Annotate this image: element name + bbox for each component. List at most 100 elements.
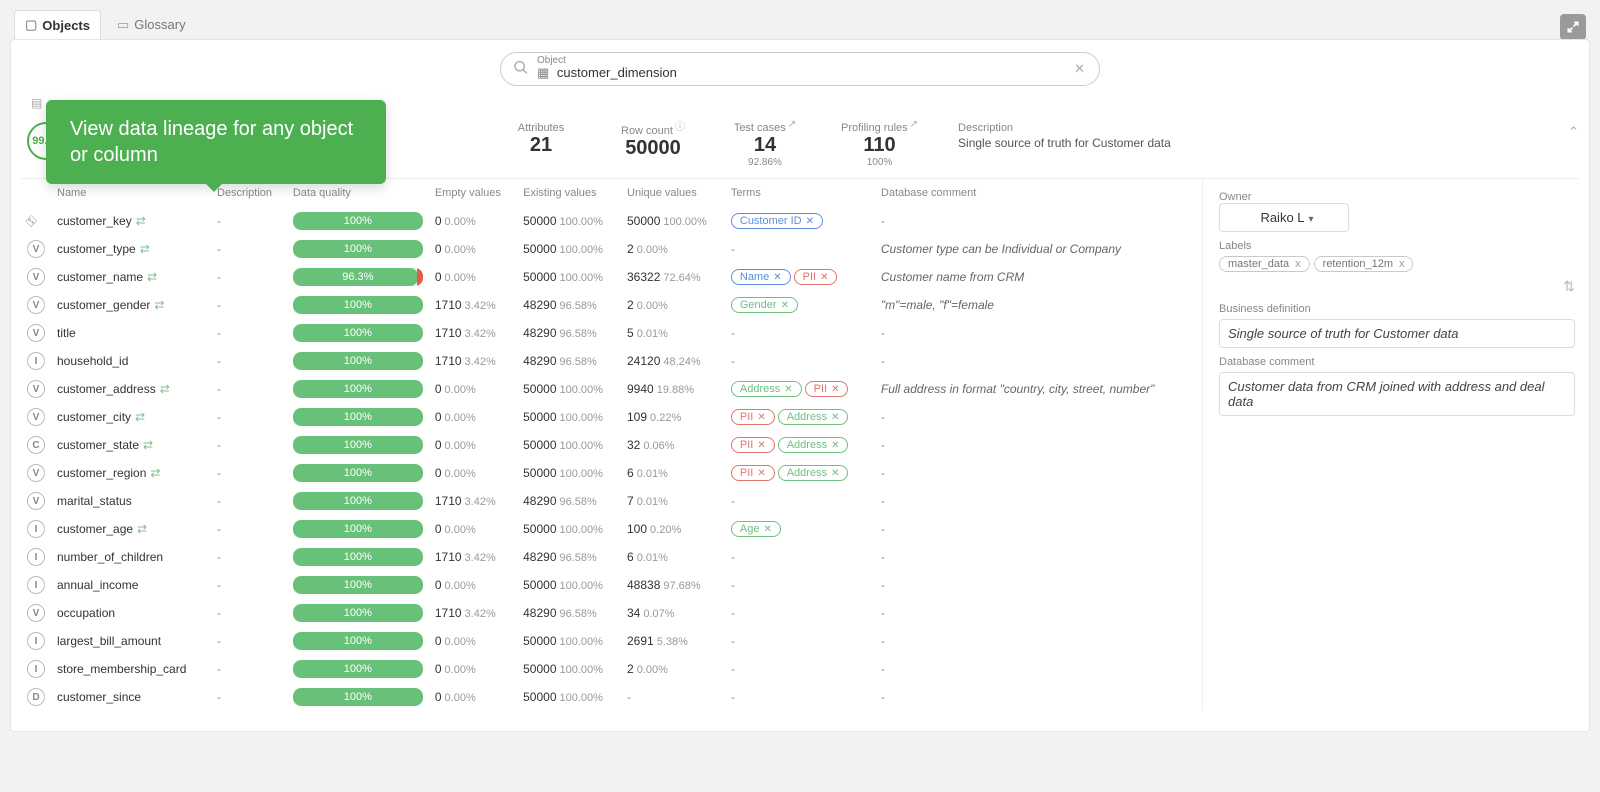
- table-row[interactable]: I customer_age⇄ - 100% 00.00% 50000100.0…: [21, 515, 1198, 543]
- data-quality-bar: 100%: [293, 464, 423, 482]
- data-quality-bar: 100%: [293, 380, 423, 398]
- remove-term-icon[interactable]: ✕: [773, 272, 781, 283]
- type-badge: I: [27, 660, 45, 678]
- column-name: customer_key: [57, 214, 132, 228]
- column-name: customer_name: [57, 270, 143, 284]
- term-pill[interactable]: Address✕: [778, 409, 849, 425]
- table-row[interactable]: I largest_bill_amount - 100% 00.00% 5000…: [21, 627, 1198, 655]
- columns-grid: Name Description Data quality Empty valu…: [21, 179, 1203, 711]
- owner-select[interactable]: Raiko L▾: [1219, 203, 1349, 232]
- label-pill[interactable]: retention_12mx: [1314, 256, 1414, 272]
- term-pill[interactable]: PII✕: [794, 269, 838, 285]
- description-cell: -: [217, 550, 221, 564]
- term-pill[interactable]: Age✕: [731, 521, 781, 537]
- table-row[interactable]: C customer_state⇄ - 100% 00.00% 50000100…: [21, 431, 1198, 459]
- lineage-icon[interactable]: ⇄: [160, 382, 170, 396]
- external-icon[interactable]: ↗: [788, 119, 796, 130]
- table-row[interactable]: D customer_since - 100% 00.00% 50000100.…: [21, 683, 1198, 711]
- lineage-icon[interactable]: ⇄: [135, 410, 145, 424]
- lineage-icon[interactable]: ⇄: [140, 242, 150, 256]
- data-quality-bar: 100%: [293, 576, 423, 594]
- table-row[interactable]: I annual_income - 100% 00.00% 50000100.0…: [21, 571, 1198, 599]
- table-row[interactable]: V marital_status - 100% 17103.42% 482909…: [21, 487, 1198, 515]
- external-icon[interactable]: ↗: [910, 119, 918, 130]
- term-pill[interactable]: PII✕: [731, 437, 775, 453]
- label-pill[interactable]: master_datax: [1219, 256, 1310, 272]
- table-row[interactable]: V customer_gender⇄ - 100% 17103.42% 4829…: [21, 291, 1198, 319]
- remove-term-icon[interactable]: ✕: [781, 300, 789, 311]
- dash: -: [731, 606, 735, 620]
- cube-icon: ▢: [25, 17, 37, 33]
- remove-term-icon[interactable]: ✕: [757, 412, 765, 423]
- business-definition-input[interactable]: Single source of truth for Customer data: [1219, 319, 1575, 348]
- remove-term-icon[interactable]: ✕: [831, 440, 839, 451]
- table-row[interactable]: V customer_address⇄ - 100% 00.00% 500001…: [21, 375, 1198, 403]
- stat-testcases: Test cases↗ 14 92.86%: [729, 122, 801, 168]
- column-name: largest_bill_amount: [57, 634, 161, 648]
- chevron-up-icon[interactable]: ⌃: [1568, 124, 1579, 140]
- table-row[interactable]: V customer_type⇄ - 100% 00.00% 50000100.…: [21, 235, 1198, 263]
- table-row[interactable]: V customer_name⇄ - 96.3% 00.00% 50000100…: [21, 263, 1198, 291]
- remove-label-icon[interactable]: x: [1295, 258, 1301, 270]
- lineage-icon[interactable]: ⇄: [137, 522, 147, 536]
- term-pill[interactable]: Gender✕: [731, 297, 798, 313]
- remove-term-icon[interactable]: ✕: [784, 384, 792, 395]
- table-row[interactable]: V occupation - 100% 17103.42% 4829096.58…: [21, 599, 1198, 627]
- lineage-icon[interactable]: ⇄: [136, 214, 146, 228]
- tab-glossary[interactable]: ▭ Glossary: [107, 11, 196, 39]
- term-pill[interactable]: Customer ID✕: [731, 213, 823, 229]
- dash: -: [881, 550, 885, 564]
- description-cell: -: [217, 242, 221, 256]
- remove-term-icon[interactable]: ✕: [820, 272, 828, 283]
- breadcrumb-db[interactable]: ▤: [31, 96, 42, 110]
- remove-term-icon[interactable]: ✕: [831, 384, 839, 395]
- lineage-icon[interactable]: ⇄: [150, 466, 160, 480]
- dash: -: [881, 634, 885, 648]
- column-name: household_id: [57, 354, 128, 368]
- remove-term-icon[interactable]: ✕: [831, 468, 839, 479]
- term-pill[interactable]: Address✕: [731, 381, 802, 397]
- remove-term-icon[interactable]: ✕: [831, 412, 839, 423]
- dash: -: [881, 410, 885, 424]
- lineage-icon[interactable]: ⇄: [143, 438, 153, 452]
- table-row[interactable]: I household_id - 100% 17103.42% 4829096.…: [21, 347, 1198, 375]
- remove-label-icon[interactable]: x: [1399, 258, 1405, 270]
- owner-label: Owner: [1219, 191, 1575, 203]
- remove-term-icon[interactable]: ✕: [806, 216, 814, 227]
- term-pill[interactable]: Name✕: [731, 269, 791, 285]
- tab-objects[interactable]: ▢ Objects: [14, 10, 101, 39]
- remove-term-icon[interactable]: ✕: [763, 524, 771, 535]
- remove-term-icon[interactable]: ✕: [757, 440, 765, 451]
- term-pill[interactable]: PII✕: [731, 409, 775, 425]
- table-row[interactable]: I store_membership_card - 100% 00.00% 50…: [21, 655, 1198, 683]
- database-comment-input[interactable]: Customer data from CRM joined with addre…: [1219, 372, 1575, 416]
- db-comment: Customer name from CRM: [881, 270, 1024, 284]
- term-pill[interactable]: Address✕: [778, 465, 849, 481]
- table-row[interactable]: V customer_city⇄ - 100% 00.00% 50000100.…: [21, 403, 1198, 431]
- data-quality-bar: 100%: [293, 548, 423, 566]
- column-name: customer_state: [57, 438, 139, 452]
- type-badge: I: [27, 548, 45, 566]
- data-quality-bar: 100%: [293, 436, 423, 454]
- table-row[interactable]: V title - 100% 17103.42% 4829096.58% 50.…: [21, 319, 1198, 347]
- dash: -: [881, 354, 885, 368]
- term-pill[interactable]: PII✕: [731, 465, 775, 481]
- resize-handle-icon[interactable]: ⇅: [1219, 278, 1575, 295]
- lineage-icon[interactable]: ⇄: [147, 270, 157, 284]
- type-badge: I: [27, 632, 45, 650]
- term-pill[interactable]: Address✕: [778, 437, 849, 453]
- table-row[interactable]: I number_of_children - 100% 17103.42% 48…: [21, 543, 1198, 571]
- remove-term-icon[interactable]: ✕: [757, 468, 765, 479]
- term-pill[interactable]: PII✕: [805, 381, 849, 397]
- dash: -: [731, 662, 735, 676]
- expand-icon[interactable]: [1560, 14, 1586, 40]
- dash: -: [731, 326, 735, 340]
- table-row[interactable]: V customer_region⇄ - 100% 00.00% 5000010…: [21, 459, 1198, 487]
- description-cell: -: [217, 522, 221, 536]
- table-row[interactable]: ⚿ customer_key⇄ - 100% 00.00% 50000100.0…: [21, 207, 1198, 235]
- object-search[interactable]: Object ▦ customer_dimension ✕: [500, 52, 1100, 86]
- db-comment: "m"=male, "f"=female: [881, 298, 994, 312]
- clear-search-icon[interactable]: ✕: [1074, 61, 1085, 77]
- data-quality-bar: 96.3%: [293, 268, 423, 286]
- lineage-icon[interactable]: ⇄: [154, 298, 164, 312]
